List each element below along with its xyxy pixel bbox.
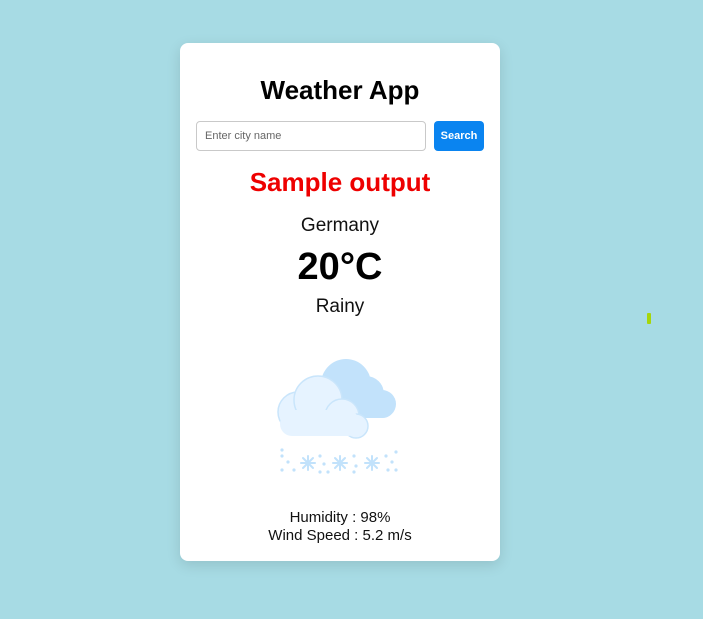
- humidity-label: Humidity : 98%: [289, 509, 391, 526]
- app-title: Weather App: [260, 75, 420, 105]
- sample-output-banner: Sample output: [249, 167, 431, 197]
- wind-speed-label: Wind Speed : 5.2 m/s: [268, 527, 412, 544]
- weather-card: Weather App Search Sample output Germany…: [180, 43, 500, 561]
- snowflakes: [300, 455, 380, 471]
- cloud-snow-icon: [277, 359, 398, 474]
- temperature: 20°C: [297, 246, 383, 288]
- city-search-input[interactable]: [196, 121, 426, 151]
- city-name: Germany: [300, 215, 380, 236]
- cursor-marker: [647, 313, 651, 324]
- search-button[interactable]: Search: [434, 121, 484, 151]
- weather-condition: Rainy: [315, 296, 365, 317]
